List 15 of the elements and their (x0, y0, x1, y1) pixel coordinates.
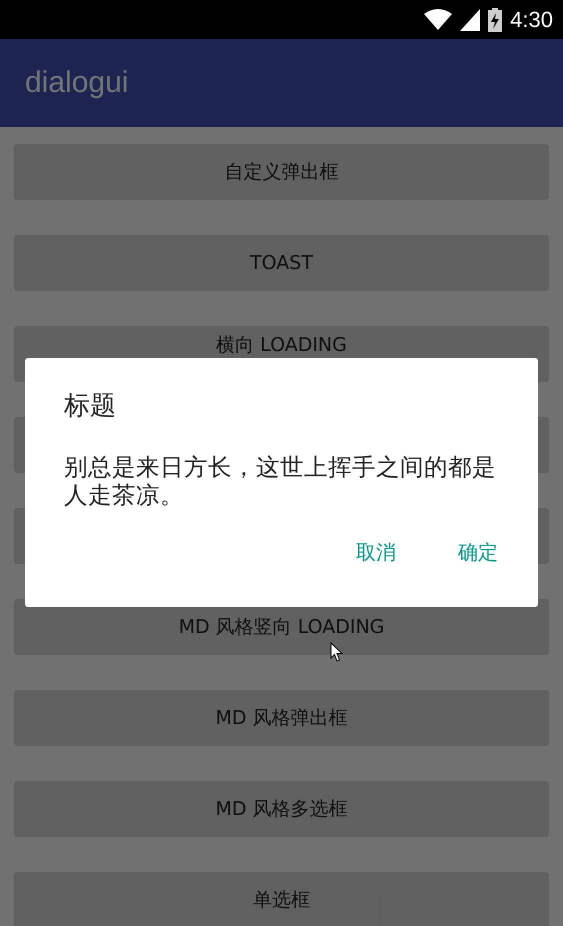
dialog-action-button[interactable]: 确定 (444, 533, 512, 572)
clock-time: 4:30 (510, 6, 553, 32)
dialog-action-button[interactable]: 取消 (342, 533, 410, 572)
dialog-title: 标题 (64, 390, 117, 423)
menu-button[interactable]: MD 风格多选框 (14, 781, 549, 837)
wifi-icon (424, 8, 452, 30)
menu-button[interactable]: 单选框 (14, 872, 549, 926)
menu-button[interactable]: 自定义弹出框 (14, 144, 549, 200)
signal-icon (460, 8, 480, 30)
battery-icon (488, 8, 502, 32)
pointer-icon (330, 642, 343, 662)
menu-button[interactable]: TOAST (14, 235, 549, 291)
dialog-message: 别总是来日方长，这世上挥手之间的都是人走茶凉。 (64, 453, 497, 509)
app-title: dialogui (25, 66, 128, 100)
menu-button[interactable]: MD 风格弹出框 (14, 690, 549, 746)
